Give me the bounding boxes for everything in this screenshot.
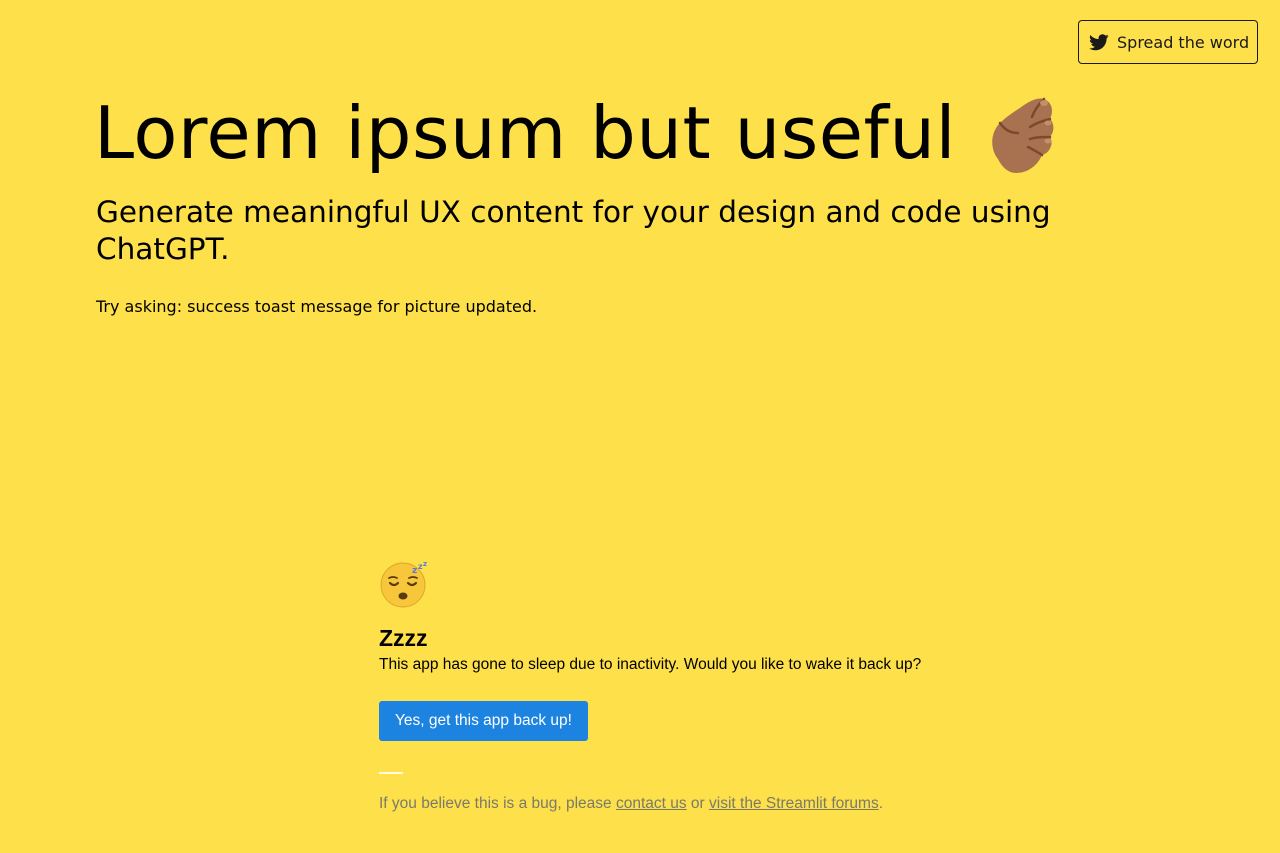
or-text: or: [686, 795, 710, 812]
contact-us-link[interactable]: contact us: [616, 795, 687, 812]
bug-suffix: .: [878, 795, 884, 812]
sleep-title: Zzzz: [379, 625, 428, 651]
sleeping-face-icon: z z z: [379, 560, 1079, 608]
spread-the-word-button[interactable]: Spread the word: [1078, 20, 1258, 64]
twitter-icon: [1089, 33, 1109, 51]
page-subtitle: Generate meaningful UX content for your …: [96, 195, 1051, 266]
streamlit-forums-link[interactable]: visit the Streamlit forums: [709, 795, 879, 812]
example-hint: Try asking: success toast message for pi…: [96, 297, 538, 316]
wake-app-button[interactable]: Yes, get this app back up!: [379, 701, 588, 741]
svg-text:z: z: [412, 566, 417, 576]
spread-the-word-label: Spread the word: [1117, 32, 1250, 52]
sleep-message: This app has gone to sleep due to inacti…: [379, 656, 922, 673]
sleep-notice: z z z Zzzz This app has gone to sleep du…: [379, 560, 1079, 815]
page-title-text: Lorem ipsum but useful: [94, 91, 956, 175]
pinched-fingers-icon: [984, 93, 1060, 177]
svg-text:z: z: [423, 560, 427, 568]
divider: [379, 772, 403, 774]
bug-report-text: If you believe this is a bug, please con…: [379, 793, 1079, 815]
bug-prefix: If you believe this is a bug, please: [379, 795, 616, 812]
page-title: Lorem ipsum but useful: [94, 88, 1060, 178]
